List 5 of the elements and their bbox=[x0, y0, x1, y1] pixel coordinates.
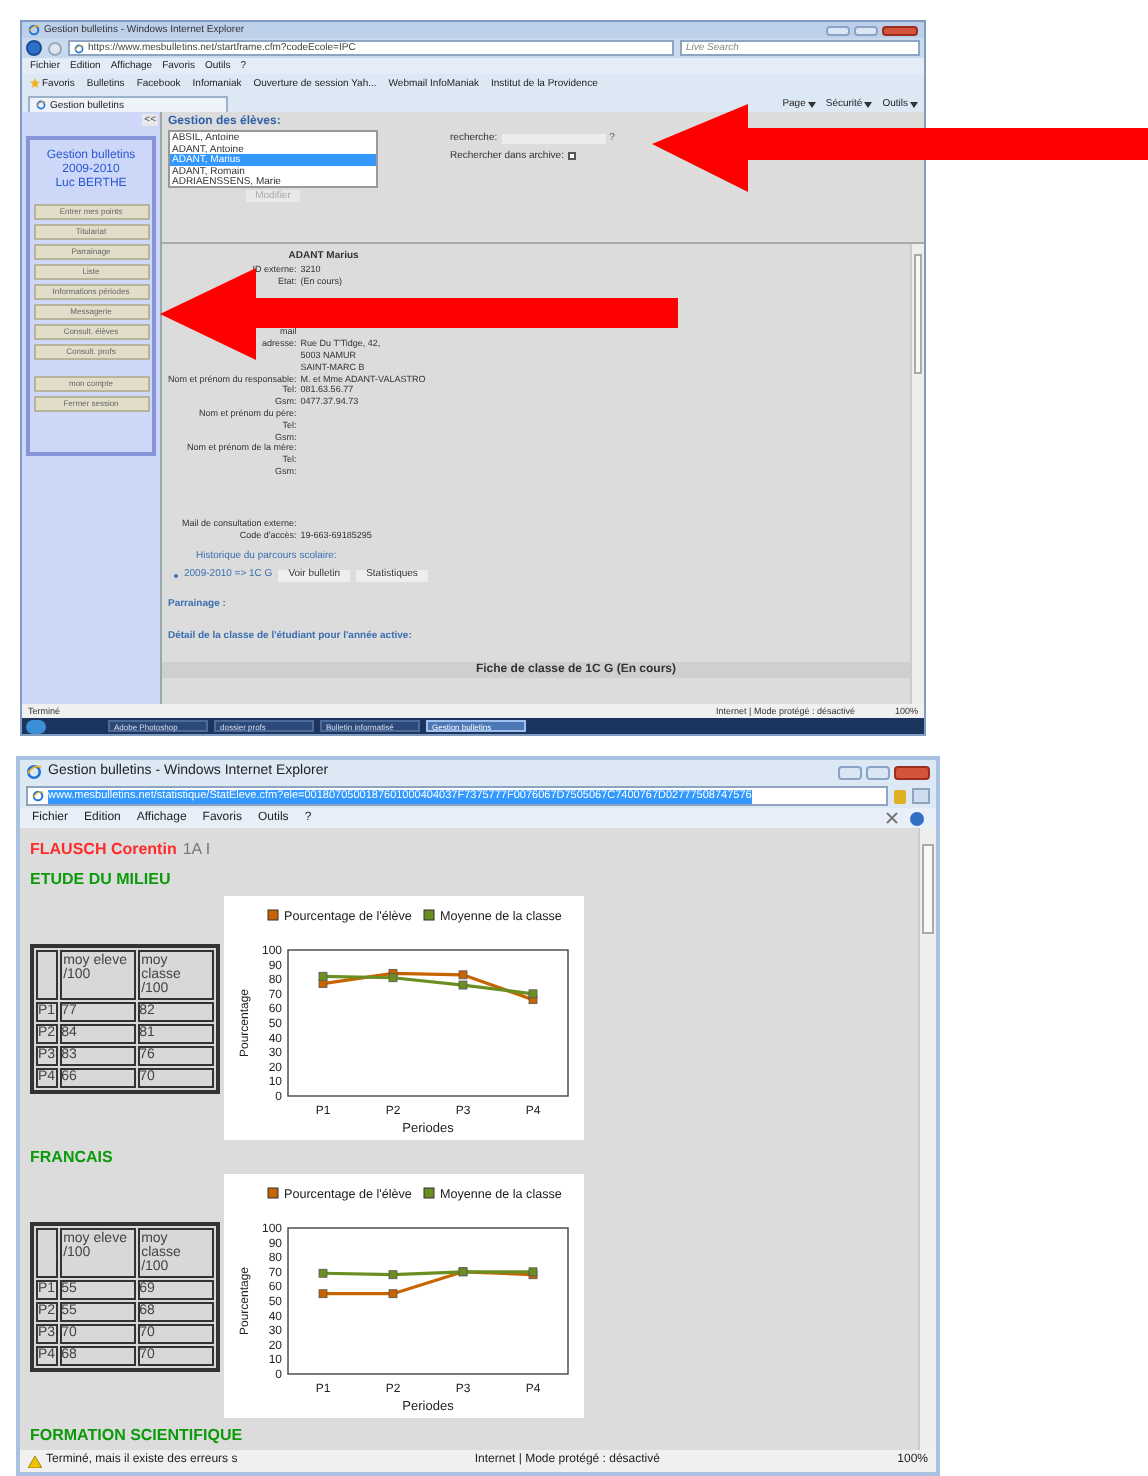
class-label: 1A I bbox=[182, 838, 211, 862]
subject-title: FORMATION SCIENTIFIQUE bbox=[30, 1426, 245, 1446]
student-name: FLAUSCH Corentin bbox=[30, 838, 177, 862]
subject-title: FRANCAIS bbox=[30, 1148, 115, 1168]
subject-title: ETUDE DU MILIEU bbox=[30, 870, 173, 890]
